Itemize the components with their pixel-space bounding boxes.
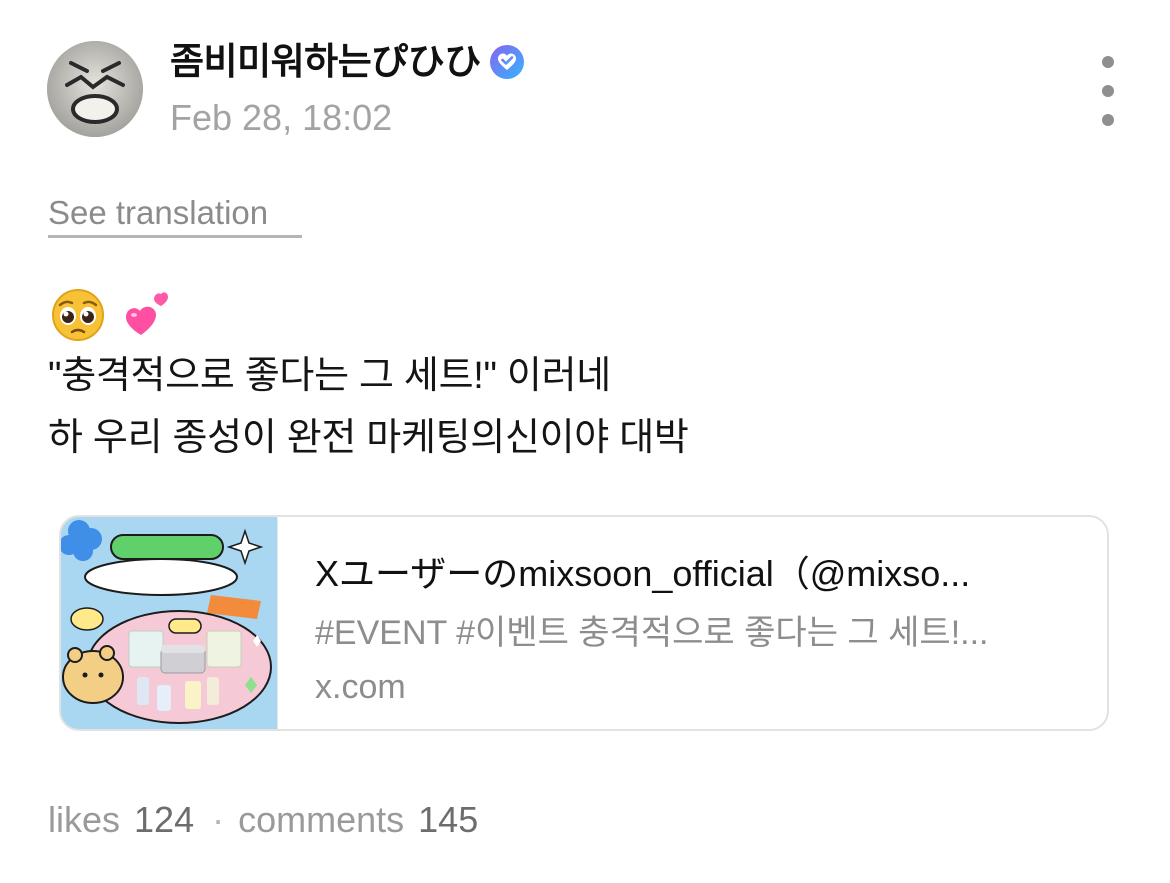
- likes-label: likes: [48, 799, 121, 840]
- likes-stat[interactable]: likes 124: [48, 797, 194, 843]
- post-body-line-2: 하 우리 종성이 완전 마케팅의신이야 대박: [48, 417, 689, 459]
- more-vertical-icon: [1102, 56, 1114, 68]
- more-vertical-icon-dot: [1102, 114, 1114, 126]
- verified-badge-icon: [489, 45, 524, 79]
- link-thumbnail: [61, 517, 278, 729]
- author-name[interactable]: 좀비미워하는ぴひひ: [170, 38, 481, 86]
- event-thumbnail-image: [61, 517, 277, 729]
- post-view: 좀비미워하는ぴひひ Feb 28, 18:02 See translation: [0, 0, 1170, 883]
- comments-count: 145: [418, 799, 479, 840]
- pleading-face-icon: [52, 289, 104, 341]
- post-body-line-1: "충격적으로 좋다는 그 세트!" 이러네: [48, 355, 611, 397]
- avatar[interactable]: [47, 41, 143, 137]
- author-name-row[interactable]: 좀비미워하는ぴひひ: [170, 38, 525, 86]
- link-card-title: Xユーザーのmixsoon_official（@mixso...: [315, 553, 971, 594]
- comments-stat[interactable]: comments 145: [238, 797, 478, 843]
- link-card-description: #EVENT #이벤트 충격적으로 좋다는 그 세트!...: [315, 614, 989, 652]
- stats-separator: ·: [212, 799, 225, 840]
- two-hearts-icon: [126, 292, 168, 335]
- comments-label: comments: [238, 799, 405, 840]
- see-translation-underline: [48, 235, 302, 238]
- more-options-button[interactable]: [1088, 56, 1128, 126]
- see-translation-link[interactable]: See translation: [48, 192, 268, 234]
- likes-count: 124: [134, 799, 195, 840]
- more-vertical-icon-dot: [1102, 85, 1114, 97]
- link-card-domain: x.com: [315, 668, 406, 706]
- link-preview-card[interactable]: Xユーザーのmixsoon_official（@mixso... #EVENT …: [59, 515, 1109, 731]
- avatar-image: [47, 41, 143, 137]
- post-stats: likes 124 · comments 145: [48, 797, 478, 843]
- post-timestamp: Feb 28, 18:02: [170, 97, 393, 138]
- emoji-line: [50, 287, 174, 343]
